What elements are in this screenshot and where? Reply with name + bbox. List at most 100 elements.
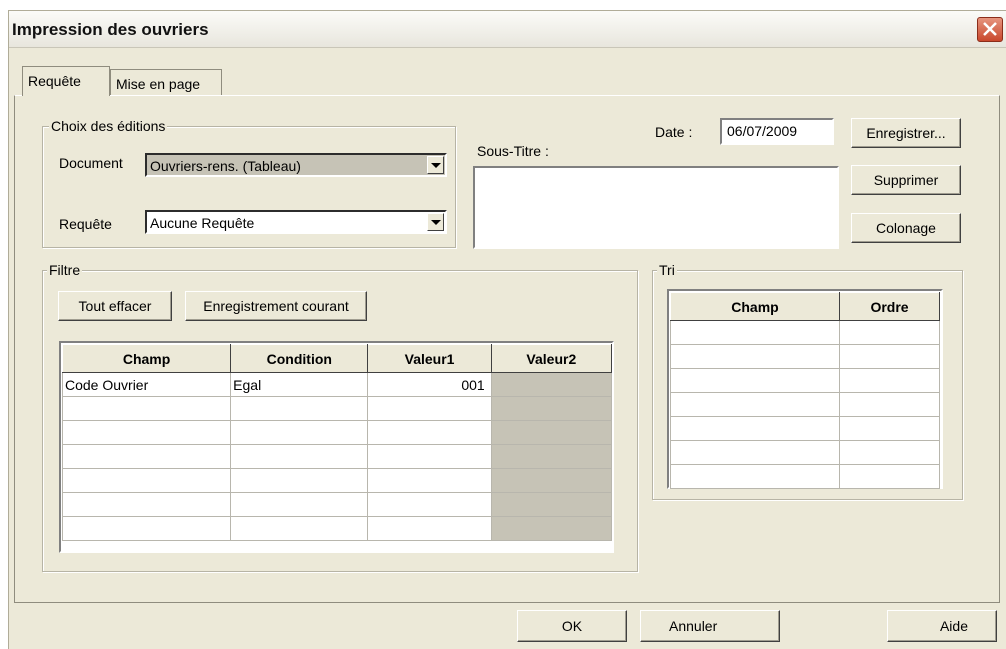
close-button[interactable]	[977, 17, 1003, 42]
tri-grid[interactable]: Champ Ordre	[667, 289, 943, 489]
enregistrer-button[interactable]: Enregistrer...	[851, 118, 961, 148]
requete-select[interactable]: Aucune Requête	[145, 210, 447, 234]
soustitre-label: Sous-Titre :	[477, 143, 549, 159]
cell-empty[interactable]	[839, 344, 940, 369]
requete-label: Requête	[59, 216, 112, 232]
table-row	[670, 392, 940, 417]
cell-empty[interactable]	[367, 444, 492, 469]
print-dialog: Impression des ouvriers Requête Mise en …	[8, 10, 1006, 649]
title-bar[interactable]: Impression des ouvriers	[9, 11, 1006, 48]
cell-empty[interactable]	[670, 320, 840, 345]
document-select-value: Ouvriers-rens. (Tableau)	[150, 158, 301, 174]
tab-requete[interactable]: Requête	[22, 66, 110, 96]
cell-empty[interactable]	[230, 516, 369, 541]
table-row	[61, 444, 613, 469]
annuler-button[interactable]: Annuler	[640, 610, 780, 642]
cell-disabled	[490, 516, 613, 541]
supprimer-button[interactable]: Supprimer	[851, 165, 961, 195]
document-label: Document	[59, 155, 123, 171]
table-row	[61, 396, 613, 421]
table-row	[61, 492, 613, 517]
cell-empty[interactable]	[367, 396, 492, 421]
cell-empty[interactable]	[670, 440, 840, 465]
table-row	[61, 516, 613, 541]
tri-col-header-champ[interactable]: Champ	[670, 292, 840, 321]
cell-empty[interactable]	[61, 396, 232, 421]
cell-disabled	[490, 468, 613, 493]
col-header-champ[interactable]: Champ	[61, 344, 232, 373]
requete-select-value: Aucune Requête	[150, 215, 255, 231]
cell-empty[interactable]	[230, 420, 369, 445]
tab-requete-label: Requête	[28, 73, 81, 89]
window-title: Impression des ouvriers	[12, 20, 209, 39]
tab-mise-en-page[interactable]: Mise en page	[110, 69, 222, 95]
cell-empty[interactable]	[367, 492, 492, 517]
col-header-condition[interactable]: Condition	[230, 344, 369, 373]
tri-label: Tri	[657, 262, 677, 278]
choix-editions-label: Choix des éditions	[49, 118, 168, 134]
close-icon	[983, 22, 997, 36]
cell-empty[interactable]	[839, 440, 940, 465]
colonage-button[interactable]: Colonage	[851, 213, 961, 243]
filtre-table: Champ Condition Valeur1 Valeur2 Code Ouv…	[61, 344, 613, 541]
cell-empty[interactable]	[839, 320, 940, 345]
table-row	[670, 368, 940, 393]
cell-empty[interactable]	[230, 468, 369, 493]
cell-empty[interactable]	[839, 416, 940, 441]
table-row	[61, 420, 613, 445]
cell-empty[interactable]	[61, 468, 232, 493]
table-row	[670, 320, 940, 345]
cell-empty[interactable]	[367, 516, 492, 541]
tab-panel-requete: Choix des éditions Document Ouvriers-ren…	[14, 95, 1000, 603]
cell-empty[interactable]	[670, 368, 840, 393]
table-row	[670, 416, 940, 441]
aide-button[interactable]: Aide	[887, 610, 997, 642]
cell-disabled	[490, 444, 613, 469]
soustitre-field[interactable]	[473, 166, 839, 249]
tri-col-header-ordre[interactable]: Ordre	[839, 292, 940, 321]
cell-empty[interactable]	[670, 392, 840, 417]
filtre-header-row: Champ Condition Valeur1 Valeur2	[61, 344, 613, 373]
cell-disabled	[490, 420, 613, 445]
chevron-down-icon[interactable]	[427, 213, 444, 231]
date-field[interactable]: 06/07/2009	[720, 118, 834, 145]
cell-empty[interactable]	[367, 420, 492, 445]
filtre-label: Filtre	[47, 262, 83, 278]
cell-empty[interactable]	[670, 344, 840, 369]
col-header-valeur1[interactable]: Valeur1	[367, 344, 492, 373]
document-select[interactable]: Ouvriers-rens. (Tableau)	[145, 153, 447, 177]
col-header-valeur2[interactable]: Valeur2	[490, 344, 613, 373]
table-row: Code Ouvrier Egal 001	[61, 372, 613, 397]
table-row	[670, 464, 940, 489]
ok-button[interactable]: OK	[517, 610, 627, 642]
tri-group: Tri Champ Ordre	[652, 262, 963, 500]
cell-empty[interactable]	[670, 464, 840, 489]
cell-empty[interactable]	[230, 444, 369, 469]
cell-empty[interactable]	[670, 416, 840, 441]
cell-empty[interactable]	[61, 492, 232, 517]
filtre-group: Filtre Tout effacer Enregistrement coura…	[42, 262, 638, 572]
cell-empty[interactable]	[839, 392, 940, 417]
date-label: Date :	[655, 124, 693, 140]
tout-effacer-button[interactable]: Tout effacer	[58, 291, 172, 321]
cell-empty[interactable]	[367, 468, 492, 493]
cell-empty[interactable]	[230, 396, 369, 421]
cell-empty[interactable]	[839, 368, 940, 393]
cell-disabled	[490, 492, 613, 517]
enregistrement-courant-button[interactable]: Enregistrement courant	[185, 291, 367, 321]
chevron-down-icon[interactable]	[427, 156, 444, 174]
cell-valeur1[interactable]: 001	[367, 372, 492, 397]
cell-valeur2	[490, 372, 613, 397]
filtre-grid[interactable]: Champ Condition Valeur1 Valeur2 Code Ouv…	[59, 341, 614, 553]
table-row	[670, 440, 940, 465]
table-row	[670, 344, 940, 369]
cell-empty[interactable]	[230, 492, 369, 517]
cell-empty[interactable]	[61, 444, 232, 469]
table-row	[61, 468, 613, 493]
tri-table: Champ Ordre	[670, 292, 940, 489]
cell-empty[interactable]	[61, 420, 232, 445]
cell-champ[interactable]: Code Ouvrier	[61, 372, 232, 397]
cell-empty[interactable]	[61, 516, 232, 541]
cell-condition[interactable]: Egal	[230, 372, 369, 397]
cell-empty[interactable]	[839, 464, 940, 489]
